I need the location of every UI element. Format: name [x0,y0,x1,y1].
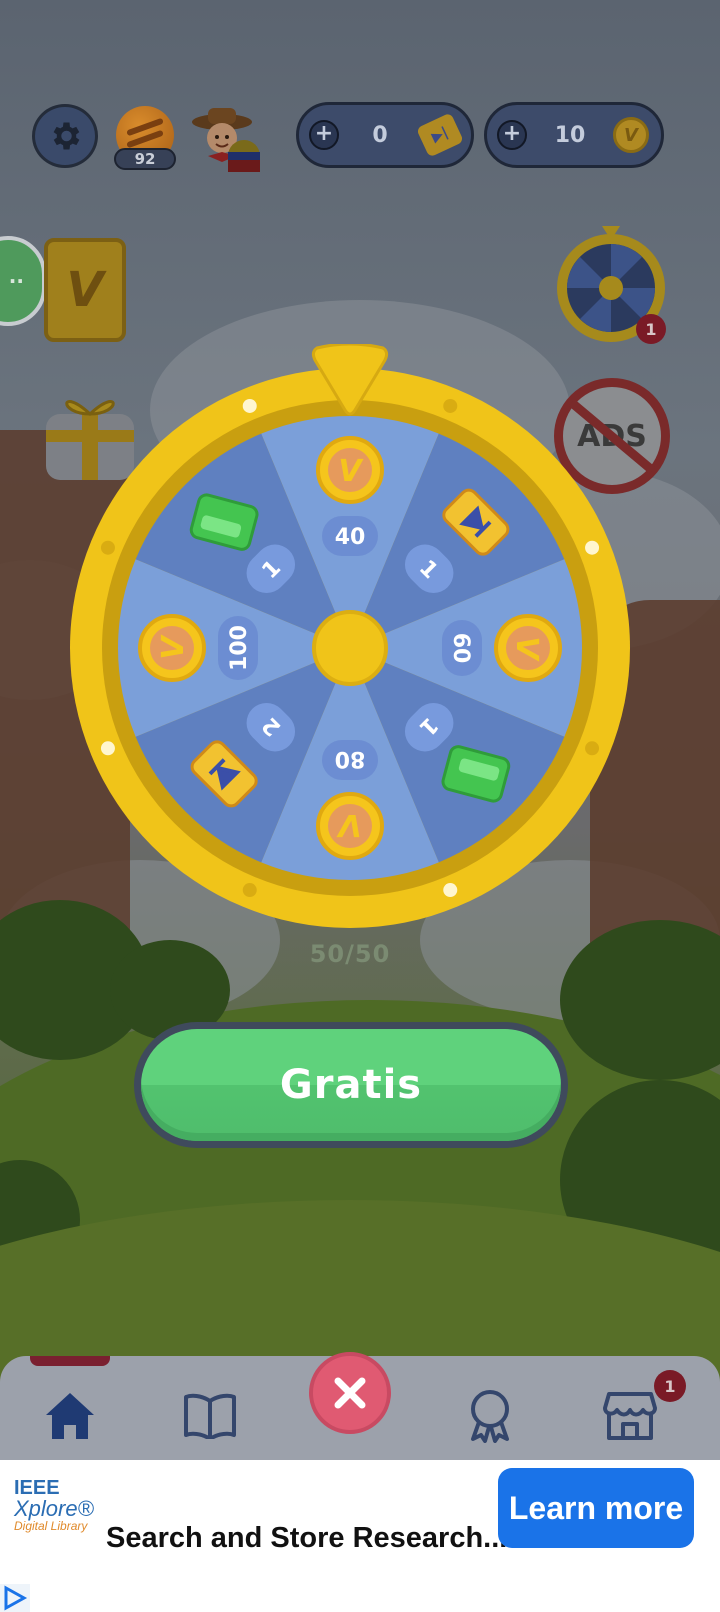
ad-learn-more-button[interactable]: Learn more [498,1468,694,1548]
rim-light [242,883,257,898]
tab-home[interactable] [40,1386,100,1446]
badge-icon [471,1390,509,1443]
svg-text:80: 80 [335,746,366,771]
wheel-pointer [311,344,389,416]
segment-value-label: 80 [322,740,378,780]
rim-light [585,540,600,555]
coins-counter: + 10 V [484,102,664,168]
home-icon [46,1393,94,1439]
coins-value: 10 [554,122,586,148]
level-value: 92 [114,148,176,170]
coin-icon: V [138,614,206,682]
close-button[interactable] [309,1352,391,1434]
coin-icon: V [316,436,384,504]
settings-button[interactable] [32,104,98,168]
tab-library[interactable] [180,1386,240,1446]
coin-icon: V [613,117,649,153]
wheel-hub [312,610,388,686]
svg-text:V: V [338,454,364,489]
ad-headline[interactable]: Search and Store Research... [106,1522,507,1555]
svg-text:V: V [509,636,544,662]
gear-icon [53,122,80,150]
coin-icon: V [494,614,562,682]
ad-brand-logo: IEEE Xplore® Digital Library [14,1477,94,1533]
collection-book-button[interactable]: V [44,238,126,342]
rim-light [443,398,458,413]
shop-icon [603,1392,657,1440]
add-coins-button[interactable]: + [497,120,527,150]
coin-icon: V [316,792,384,860]
close-icon [334,1377,366,1409]
rim-light [100,540,115,555]
spin-free-button[interactable]: Gratis [134,1022,568,1148]
ad-banner[interactable]: IEEE Xplore® Digital Library Search and … [0,1460,720,1612]
avatar[interactable] [190,104,262,176]
wheel-notification-badge: 1 [636,314,666,344]
tab-achievements[interactable] [460,1386,520,1446]
tickets-value: 0 [372,122,388,148]
tab-shop[interactable] [600,1386,660,1446]
ad-choices-icon[interactable] [0,1584,30,1612]
ticket-icon: ▶| [416,112,464,158]
svg-text:V: V [156,634,191,660]
svg-text:V: V [336,807,362,842]
svg-text:60: 60 [448,633,473,664]
segment-value-label: 40 [322,516,378,556]
rim-light [242,398,257,413]
segment-value-label: 60 [442,620,482,676]
spin-free-label: Gratis [141,1029,561,1141]
book-icon [184,1393,236,1439]
segment-value-label: 100 [218,616,258,680]
add-tickets-button[interactable]: + [309,120,339,150]
rim-light [443,883,458,898]
prize-wheel: V401V601V802V 1001 [70,368,630,928]
tickets-counter: + 0 ▶| [296,102,474,168]
svg-text:100: 100 [227,625,252,671]
svg-text:40: 40 [335,525,366,550]
spins-remaining: 50/50 [309,940,391,968]
active-tab-indicator [30,1356,110,1366]
shop-notification-badge: 1 [654,1370,686,1402]
rim-light [585,741,600,756]
rim-light [100,741,115,756]
